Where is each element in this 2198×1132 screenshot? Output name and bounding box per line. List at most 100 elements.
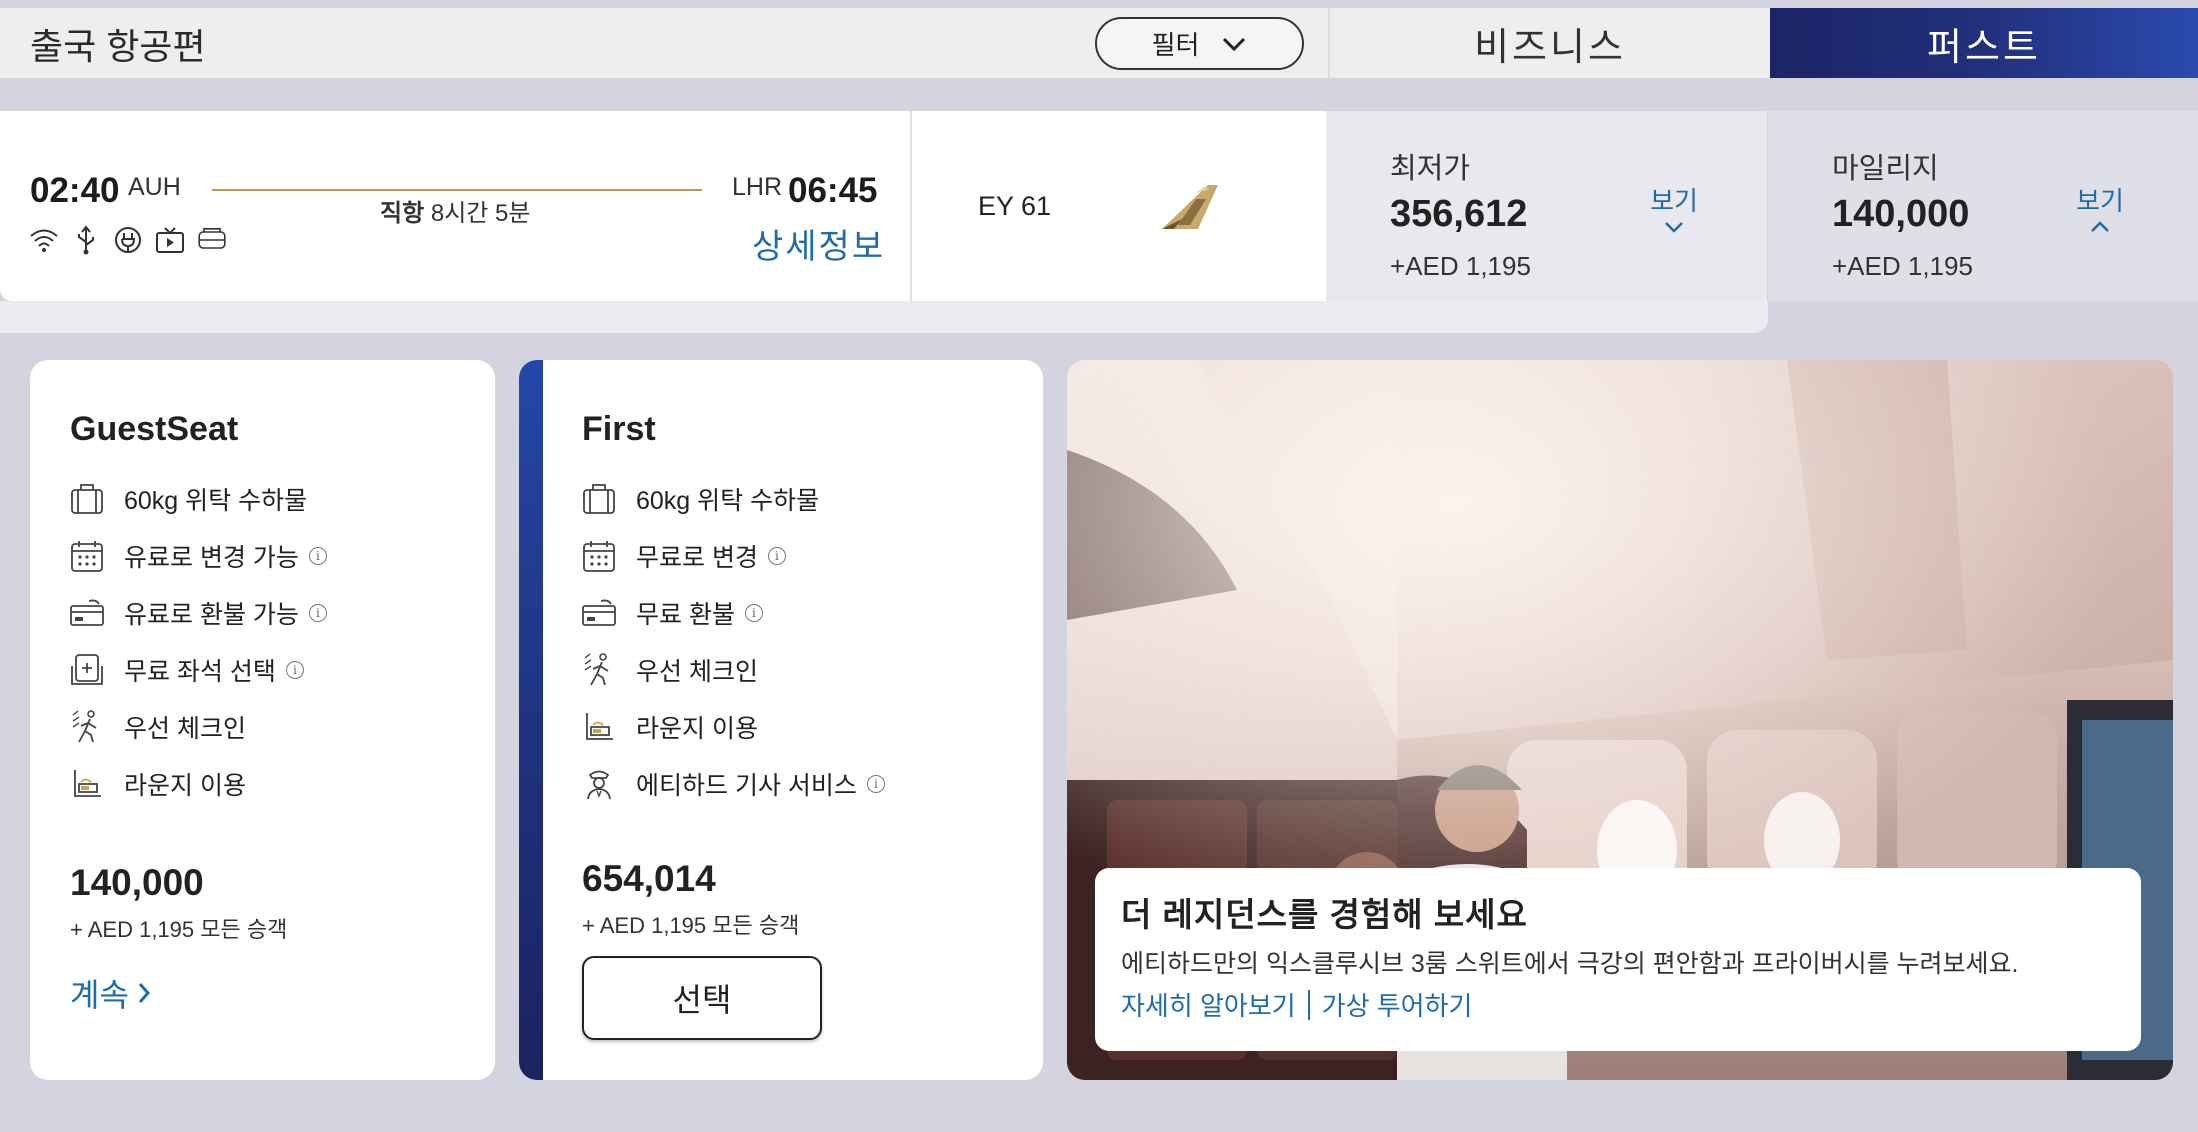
calendar-icon — [68, 537, 106, 575]
entertainment-icon — [156, 227, 184, 253]
fare-price-tax: + AED 1,195 모든 승객 — [582, 913, 800, 938]
refund-icon — [580, 594, 618, 632]
fare-price-tax: + AED 1,195 모든 승객 — [70, 917, 288, 942]
route-line — [212, 189, 702, 191]
miles-label: 마일리지 — [1832, 153, 1939, 185]
lounge-icon — [580, 708, 618, 746]
chevron-down-icon — [1665, 222, 1683, 233]
airline-tail-logo — [1162, 185, 1218, 229]
chauffeur-icon — [580, 765, 618, 803]
feature-text: 우선 체크인 — [636, 657, 758, 686]
feature-item: 무료로 변경 i — [580, 527, 885, 584]
fare-name: GuestSeat — [70, 410, 239, 448]
info-icon[interactable]: i — [866, 774, 885, 793]
flight-row-shadow — [0, 301, 1768, 333]
arrival-code: LHR — [732, 173, 783, 201]
view-miles-button[interactable]: 보기 — [2070, 181, 2130, 234]
info-icon[interactable]: i — [285, 660, 304, 679]
flight-info: 02:40 AUH 직항 8시간 5분 LHR 06:45 상세정보 — [0, 111, 910, 301]
feature-text: 우선 체크인 — [124, 714, 246, 743]
feature-item: 60kg 위탁 수하물 — [580, 470, 885, 527]
view-label: 보기 — [1650, 186, 1698, 216]
feature-item: 라운지 이용 — [68, 755, 327, 812]
power-outlet-icon — [115, 227, 141, 253]
flight-number: EY 61 — [978, 191, 1052, 221]
select-button[interactable]: 선택 — [582, 956, 822, 1040]
feature-item: 유료로 변경 가능 i — [68, 527, 327, 584]
lowest-price-cell[interactable]: 최저가 356,612 +AED 1,195 보기 — [1326, 111, 1768, 301]
feature-item: 에티하드 기사 서비스 i — [580, 755, 885, 812]
refund-icon — [68, 594, 106, 632]
promo-links: 자세히 알아보기 가상 투어하기 — [1121, 986, 1472, 1023]
duration-text: 8시간 5분 — [430, 200, 531, 227]
miles-tax: +AED 1,195 — [1832, 251, 1973, 281]
fare-name: First — [582, 410, 656, 448]
promo-description: 에티하드만의 익스클루시브 3룸 스위트에서 극강의 편안함과 프라이버시를 누… — [1121, 950, 2019, 978]
baggage-icon — [580, 480, 618, 518]
lowest-price-amount: 356,612 — [1390, 193, 1528, 235]
residence-promo: 더 레지던스를 경험해 보세요 에티하드만의 익스클루시브 3룸 스위트에서 극… — [1067, 360, 2173, 1080]
fare-features: 60kg 위탁 수하물 유료로 변경 가능 i 유료로 환불 가능 i 무료 좌… — [68, 470, 327, 812]
info-icon[interactable]: i — [308, 546, 327, 565]
promo-info-card: 더 레지던스를 경험해 보세요 에티하드만의 익스클루시브 3룸 스위트에서 극… — [1095, 868, 2141, 1051]
usb-icon — [78, 225, 94, 255]
fare-card-first: First 60kg 위탁 수하물 무료로 변경 i 무료 환불 i 우선 체크… — [519, 360, 1043, 1080]
learn-more-link[interactable]: 자세히 알아보기 — [1121, 986, 1296, 1023]
feature-text: 60kg 위탁 수하물 — [636, 486, 820, 515]
flight-duration: 직항 8시간 5분 — [380, 193, 530, 228]
info-icon[interactable]: i — [744, 603, 763, 622]
info-icon[interactable]: i — [767, 546, 786, 565]
feature-item: 라운지 이용 — [580, 698, 885, 755]
arrival-time: 06:45 — [788, 171, 878, 210]
chevron-down-icon — [1223, 37, 1246, 51]
feature-item: 60kg 위탁 수하물 — [68, 470, 327, 527]
feature-text: 에티하드 기사 서비스 — [636, 771, 857, 800]
tab-business[interactable]: 비즈니스 — [1328, 8, 1770, 78]
link-divider — [1307, 989, 1310, 1020]
filter-button[interactable]: 필터 — [1095, 17, 1304, 70]
virtual-tour-link[interactable]: 가상 투어하기 — [1322, 986, 1473, 1023]
feature-item: 유료로 환불 가능 i — [68, 584, 327, 641]
feature-text: 무료 환불 — [636, 600, 735, 629]
feature-text: 라운지 이용 — [124, 771, 246, 800]
chevron-up-icon — [2091, 221, 2109, 232]
miles-amount: 140,000 — [1832, 193, 1970, 235]
calendar-icon — [580, 537, 618, 575]
baggage-icon — [68, 480, 106, 518]
feature-text: 60kg 위탁 수하물 — [124, 486, 308, 515]
flight-number-cell: EY 61 — [910, 111, 1326, 301]
feature-text: 라운지 이용 — [636, 714, 758, 743]
seat-select-icon — [68, 651, 106, 689]
departure-time: 02:40 — [30, 171, 120, 210]
view-label: 보기 — [2076, 186, 2124, 216]
direct-label: 직항 — [380, 200, 425, 227]
feature-item: 우선 체크인 — [68, 698, 327, 755]
header-bar: 출국 항공편 필터 비즈니스 퍼스트 — [0, 8, 2198, 78]
continue-link[interactable]: 계속 — [70, 970, 151, 1016]
miles-price-cell[interactable]: 마일리지 140,000 +AED 1,195 보기 — [1768, 111, 2198, 301]
wifi-icon — [30, 229, 58, 252]
feature-item: 무료 환불 i — [580, 584, 885, 641]
fare-price: 654,014 — [582, 858, 716, 899]
view-lowest-button[interactable]: 보기 — [1644, 181, 1704, 234]
tab-first[interactable]: 퍼스트 — [1770, 8, 2198, 78]
feature-text: 무료 좌석 선택 — [124, 657, 276, 686]
departure-code: AUH — [128, 173, 181, 201]
filter-label: 필터 — [1151, 30, 1200, 60]
seat-icon — [198, 228, 226, 249]
page-title: 출국 항공편 — [30, 26, 206, 67]
fare-price: 140,000 — [70, 862, 204, 903]
amenities — [28, 224, 228, 256]
priority-checkin-icon — [68, 708, 106, 746]
lounge-icon — [68, 765, 106, 803]
feature-text: 유료로 변경 가능 — [124, 543, 299, 572]
fare-card-guestseat: GuestSeat 60kg 위탁 수하물 유료로 변경 가능 i 유료로 환불… — [30, 360, 495, 1080]
lowest-price-label: 최저가 — [1390, 153, 1471, 185]
lowest-price-tax: +AED 1,195 — [1390, 251, 1531, 281]
promo-title: 더 레지던스를 경험해 보세요 — [1121, 896, 1528, 933]
feature-text: 무료로 변경 — [636, 543, 758, 572]
details-link[interactable]: 상세정보 — [752, 219, 885, 268]
info-icon[interactable]: i — [308, 603, 327, 622]
feature-text: 유료로 환불 가능 — [124, 600, 299, 629]
priority-checkin-icon — [580, 651, 618, 689]
